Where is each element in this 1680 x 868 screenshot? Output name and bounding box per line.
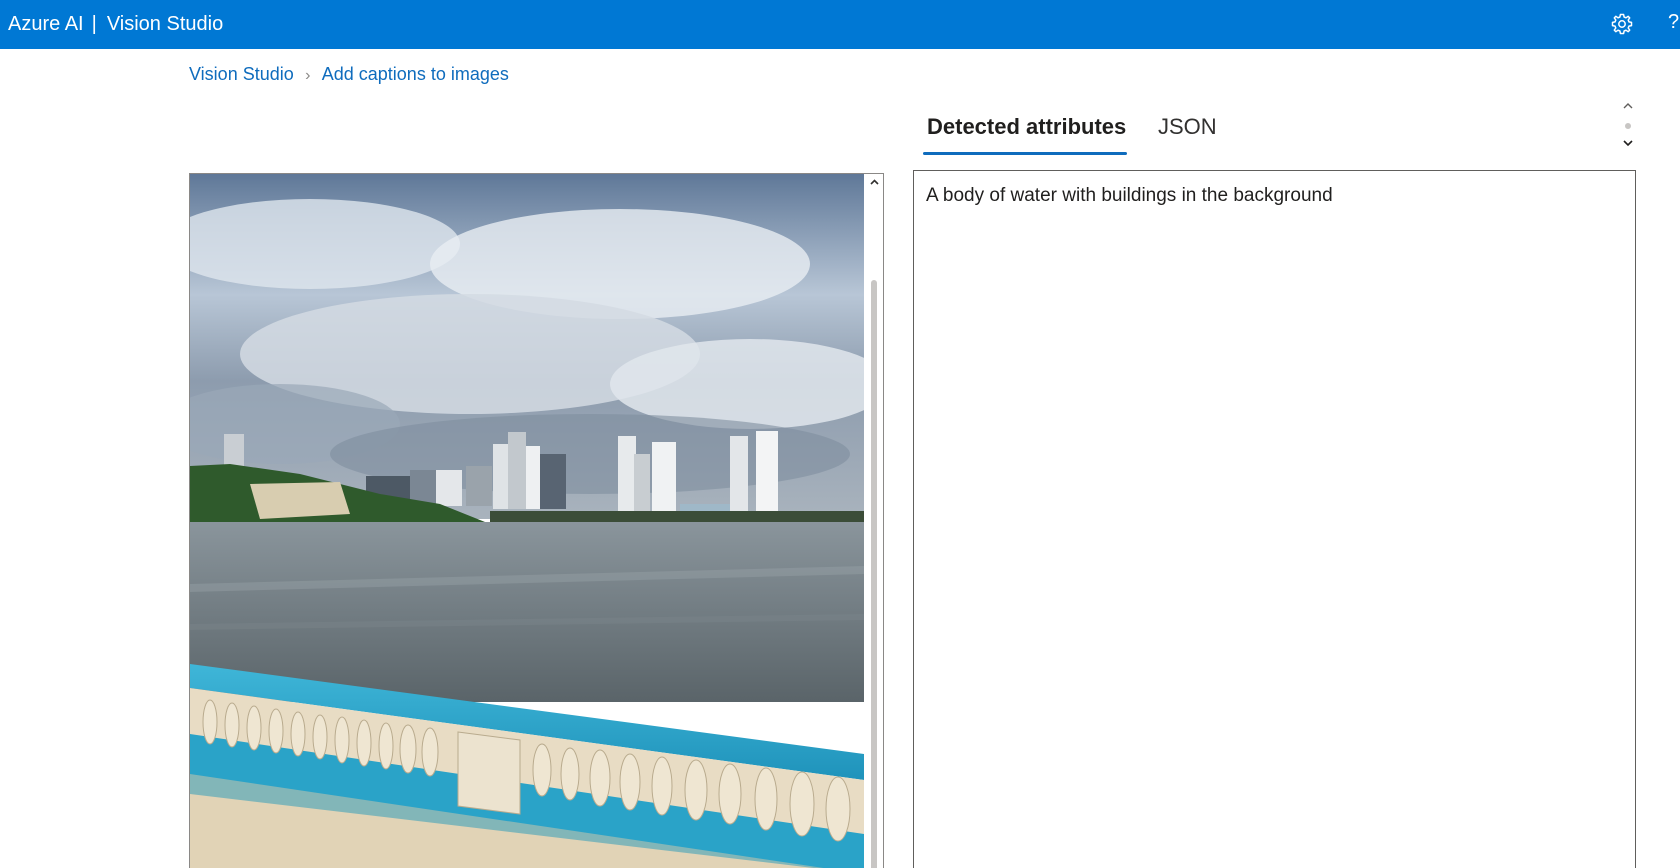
scrollbar-thumb[interactable]: [871, 280, 877, 868]
breadcrumb: Vision Studio › Add captions to images: [189, 62, 509, 88]
tab-detected-attributes[interactable]: Detected attributes: [923, 112, 1130, 142]
tab-json[interactable]: JSON: [1154, 112, 1221, 142]
panel-scroll-indicator[interactable]: [1620, 100, 1636, 152]
chevron-up-icon[interactable]: [1622, 100, 1634, 112]
chevron-up-icon[interactable]: [868, 176, 881, 189]
photo-river-skyline: [190, 174, 864, 868]
scroll-dot: [1625, 123, 1631, 129]
chevron-right-icon: ›: [305, 67, 311, 84]
chevron-down-icon[interactable]: [1622, 137, 1634, 149]
breadcrumb-vision-studio[interactable]: Vision Studio: [189, 64, 294, 84]
image-scrollbar[interactable]: [865, 174, 883, 868]
top-bar: Azure AI | Vision Studio ?: [0, 0, 1680, 49]
gear-icon[interactable]: [1610, 12, 1634, 36]
image-preview-panel: [189, 173, 884, 868]
brand-separator: |: [91, 13, 97, 35]
detected-attributes-panel: A body of water with buildings in the ba…: [913, 170, 1636, 868]
question-icon[interactable]: ?: [1668, 10, 1680, 34]
tab-selected-indicator: [923, 152, 1127, 155]
product-name: Vision Studio: [106, 13, 224, 35]
caption-text: A body of water with buildings in the ba…: [926, 185, 1333, 206]
brand-name: Azure AI: [8, 13, 84, 35]
app-title[interactable]: Azure AI | Vision Studio: [8, 12, 223, 36]
breadcrumb-add-captions[interactable]: Add captions to images: [322, 64, 509, 84]
